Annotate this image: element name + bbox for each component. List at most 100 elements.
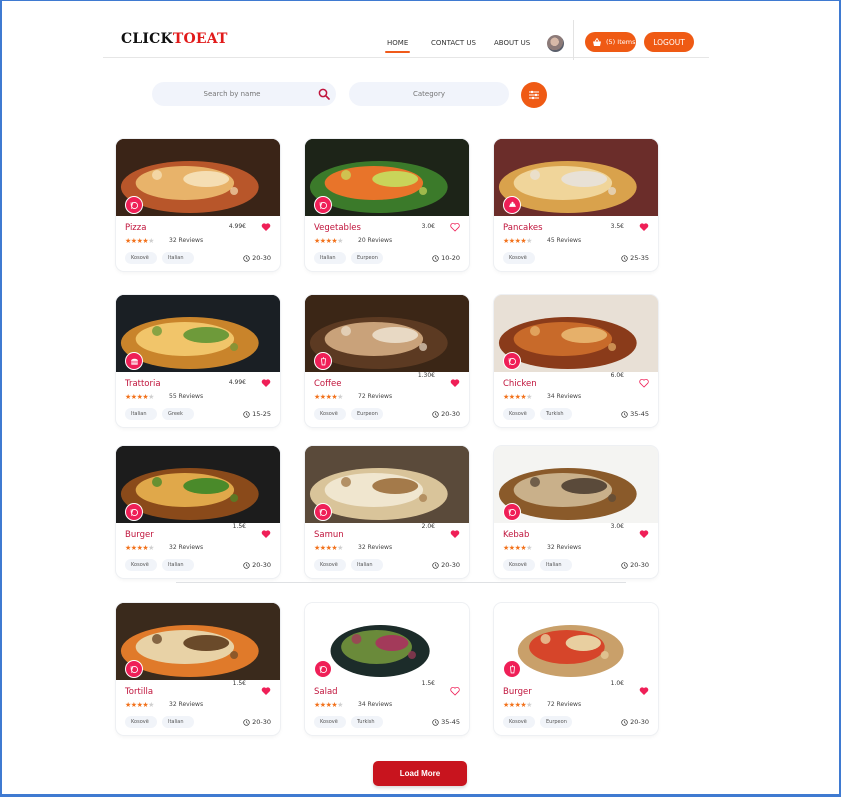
clock-icon: [243, 254, 250, 262]
food-card[interactable]: Samun 2.0€ ★★★★★ 32 Reviews Kosovë Italia…: [305, 446, 469, 578]
heart-icon[interactable]: [639, 378, 649, 388]
load-more-button[interactable]: Load More: [373, 761, 467, 786]
food-card[interactable]: Coffee 1.30€ ★★★★★ 72 Reviews Kosovë Eurp…: [305, 295, 469, 427]
cuisine-tag: Italian: [540, 559, 572, 571]
rating-stars: ★★★★★: [125, 544, 154, 552]
food-card[interactable]: Pancakes 3.5€ ★★★★★ 45 Reviews Kosovë 25…: [494, 139, 658, 271]
food-name[interactable]: Pizza: [125, 223, 146, 233]
header-divider: [573, 20, 574, 60]
logout-button[interactable]: LOGOUT: [644, 32, 694, 52]
category-select[interactable]: [349, 82, 509, 106]
avatar[interactable]: [547, 35, 564, 52]
review-count: 32 Reviews: [547, 544, 582, 551]
cuisine-tag: Greek: [162, 408, 194, 420]
star-icon: ★: [337, 238, 343, 245]
category-badge: [503, 196, 521, 214]
food-name[interactable]: Salad: [314, 687, 338, 697]
review-count: 34 Reviews: [358, 701, 393, 708]
cuisine-tag: Italian: [162, 559, 194, 571]
food-name[interactable]: Kebab: [503, 530, 529, 540]
heart-icon[interactable]: [261, 222, 271, 232]
category-badge: [314, 196, 332, 214]
rating-stars: ★★★★★: [503, 237, 532, 245]
food-card[interactable]: Burger 1.5€ ★★★★★ 32 Reviews Kosovë Itali…: [116, 446, 280, 578]
food-name[interactable]: Vegetables: [314, 223, 361, 233]
clock-icon: [432, 561, 439, 569]
food-name[interactable]: Coffee: [314, 379, 341, 389]
food-price: 6.0€: [610, 372, 624, 379]
heart-icon[interactable]: [450, 378, 460, 388]
brand-part-1: CLICK: [121, 31, 173, 47]
heart-icon[interactable]: [450, 222, 460, 232]
heart-icon[interactable]: [450, 686, 460, 696]
clock-icon: [432, 718, 439, 726]
review-count: 45 Reviews: [547, 237, 582, 244]
delivery-time: 20-30: [432, 410, 460, 418]
rating-stars: ★★★★★: [314, 701, 343, 709]
review-count: 34 Reviews: [547, 393, 582, 400]
cuisine-tag: Kosovë: [314, 716, 346, 728]
drink-icon: [320, 356, 326, 365]
food-name[interactable]: Samun: [314, 530, 344, 540]
heart-icon[interactable]: [639, 529, 649, 539]
heart-icon[interactable]: [450, 529, 460, 539]
brand-logo[interactable]: CLICKTOEAT: [121, 31, 228, 47]
delivery-time: 20-30: [243, 254, 271, 262]
delivery-time: 20-30: [621, 561, 649, 569]
delivery-time: 35-45: [621, 410, 649, 418]
food-price: 3.5€: [610, 223, 624, 230]
delivery-time-value: 10-20: [441, 254, 460, 262]
delivery-time-value: 20-30: [441, 410, 460, 418]
search-input[interactable]: [152, 82, 336, 106]
star-icon: ★: [526, 238, 532, 245]
delivery-time: 10-20: [432, 254, 460, 262]
food-name[interactable]: Burger: [503, 687, 532, 697]
food-card[interactable]: Vegetables 3.0€ ★★★★★ 20 Reviews Italian…: [305, 139, 469, 271]
food-icon: [508, 508, 516, 516]
heart-icon[interactable]: [261, 529, 271, 539]
clock-icon: [621, 561, 628, 569]
clock-icon: [432, 410, 439, 418]
food-name[interactable]: Chicken: [503, 379, 537, 389]
heart-icon[interactable]: [261, 686, 271, 696]
rating-stars: ★★★★★: [125, 393, 154, 401]
review-count: 32 Reviews: [358, 544, 393, 551]
food-card[interactable]: Chicken 6.0€ ★★★★★ 34 Reviews Kosovë Turk…: [494, 295, 658, 427]
delivery-time-value: 25-35: [630, 254, 649, 262]
search-icon[interactable]: [318, 88, 330, 100]
cart-button[interactable]: (5) Items: [585, 32, 636, 52]
food-card[interactable]: Pizza 4.99€ ★★★★★ 32 Reviews Kosovë Itali…: [116, 139, 280, 271]
food-card[interactable]: Salad 1.5€ ★★★★★ 34 Reviews Kosovë Turkis…: [305, 603, 469, 735]
clock-icon: [243, 410, 250, 418]
food-icon: [319, 201, 327, 209]
food-name[interactable]: Tortilla: [125, 687, 153, 697]
food-card[interactable]: Trattoria 4.99€ ★★★★★ 55 Reviews Italian…: [116, 295, 280, 427]
delivery-time: 20-30: [243, 561, 271, 569]
heart-icon[interactable]: [639, 222, 649, 232]
nav-contact-us[interactable]: CONTACT US: [431, 39, 476, 47]
category-badge: [314, 503, 332, 521]
nav-about-us[interactable]: ABOUT US: [494, 39, 530, 47]
clock-icon: [621, 718, 628, 726]
food-name[interactable]: Trattoria: [125, 379, 161, 389]
cuisine-tag: Kosovë: [503, 252, 535, 264]
category-badge: [503, 352, 521, 370]
food-name[interactable]: Burger: [125, 530, 154, 540]
rating-stars: ★★★★★: [314, 237, 343, 245]
food-card[interactable]: Tortilla 1.5€ ★★★★★ 32 Reviews Kosovë Ita…: [116, 603, 280, 735]
food-card[interactable]: Kebab 3.0€ ★★★★★ 32 Reviews Kosovë Italia…: [494, 446, 658, 578]
category-badge: [125, 196, 143, 214]
food-card[interactable]: Burger 1.0€ ★★★★★ 72 Reviews Kosovë Eurpe…: [494, 603, 658, 735]
food-name[interactable]: Pancakes: [503, 223, 543, 233]
cuisine-tag: Kosovë: [125, 252, 157, 264]
drink-icon: [509, 664, 515, 673]
rating-stars: ★★★★★: [503, 544, 532, 552]
filter-button[interactable]: [521, 82, 547, 108]
category-input[interactable]: [349, 82, 509, 106]
heart-icon[interactable]: [639, 686, 649, 696]
search-bar: [152, 82, 336, 106]
delivery-time-value: 35-45: [630, 410, 649, 418]
nav-home[interactable]: HOME: [384, 39, 411, 53]
heart-icon[interactable]: [261, 378, 271, 388]
food-price: 1.5€: [421, 680, 435, 687]
